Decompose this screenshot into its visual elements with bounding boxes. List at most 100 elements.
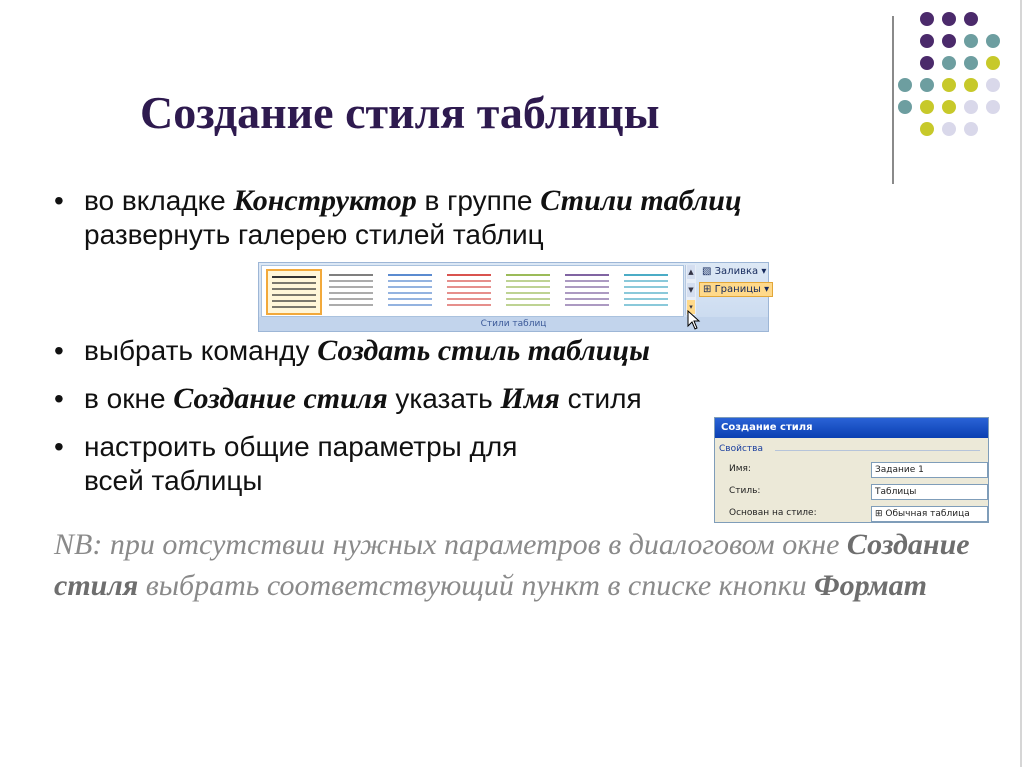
thumbnail-row-line xyxy=(506,298,550,300)
decorative-dot xyxy=(964,34,978,48)
thumbnail-row-line xyxy=(272,288,316,290)
bullet-marker: • xyxy=(54,431,64,462)
create-style-dialog-image: Создание стиля Свойства Имя: Задание 1 С… xyxy=(714,417,989,523)
thumbnail-row-line xyxy=(624,304,668,306)
thumbnail-row-line xyxy=(565,280,609,282)
thumbnail-row-line xyxy=(506,274,550,276)
thumbnail-row-line xyxy=(506,292,550,294)
decorative-dot xyxy=(942,12,956,26)
thumbnail-row-line xyxy=(388,286,432,288)
dialog-title: Создание стиля xyxy=(715,418,988,438)
bullet-emphasis: Стили таблиц xyxy=(540,184,742,217)
table-icon: ⊞ xyxy=(875,509,883,519)
decorative-dot xyxy=(964,12,978,26)
table-style-thumbnail xyxy=(266,269,322,315)
bullet-emphasis: Создание стиля xyxy=(173,382,388,415)
thumbnail-row-line xyxy=(447,292,491,294)
decorative-dot xyxy=(964,122,978,136)
nb-emphasis: Формат xyxy=(814,569,928,602)
thumbnail-row-line xyxy=(447,286,491,288)
bullet-text-part: настроить общие параметры для xyxy=(84,431,518,462)
thumbnail-row-line xyxy=(272,282,316,284)
thumbnail-row-line xyxy=(624,280,668,282)
decorative-dot xyxy=(920,122,934,136)
table-styles-gallery xyxy=(261,265,684,317)
thumbnail-row-line xyxy=(624,286,668,288)
bullet-text-part: всей таблицы xyxy=(84,465,263,496)
decorative-vertical-line xyxy=(892,16,894,184)
bullet-text: выбрать команду Создать стиль таблицы xyxy=(84,334,650,368)
mouse-cursor-icon xyxy=(687,310,701,330)
decorative-dot xyxy=(942,56,956,70)
scroll-up-icon: ▲ xyxy=(687,265,695,279)
bullet-marker: • xyxy=(54,335,64,366)
decorative-dot xyxy=(920,12,934,26)
decorative-dot xyxy=(986,78,1000,92)
thumbnail-row-line xyxy=(506,280,550,282)
thumbnail-row-line xyxy=(565,292,609,294)
thumbnail-row-line xyxy=(388,304,432,306)
decorative-dot xyxy=(942,78,956,92)
bullet-emphasis: Создать стиль таблицы xyxy=(317,334,650,367)
fill-command: ▧ Заливка ▾ xyxy=(702,266,767,277)
bullet-marker: • xyxy=(54,383,64,414)
dialog-group-label: Свойства xyxy=(719,444,763,454)
style-type-field: Таблицы xyxy=(871,484,988,500)
bullet-text-part: развернуть галерею стилей таблиц xyxy=(84,219,544,250)
thumbnail-row-line xyxy=(447,274,491,276)
thumbnail-row-line xyxy=(565,298,609,300)
bullet-text-part: во вкладке xyxy=(84,185,234,216)
fill-label: Заливка xyxy=(714,266,759,277)
decorative-dot xyxy=(986,100,1000,114)
thumbnail-row-line xyxy=(272,294,316,296)
decorative-dot xyxy=(898,100,912,114)
thumbnail-row-line xyxy=(329,292,373,294)
based-on-value: Обычная таблица xyxy=(885,509,970,519)
thumbnail-row-line xyxy=(624,274,668,276)
decorative-dot xyxy=(920,34,934,48)
thumbnail-row-line xyxy=(329,274,373,276)
thumbnail-row-line xyxy=(272,300,316,302)
bullet-marker: • xyxy=(54,185,64,216)
bullet-text-part: указать xyxy=(387,383,501,414)
table-style-thumbnail xyxy=(620,269,672,311)
decorative-dot xyxy=(920,78,934,92)
table-style-thumbnail xyxy=(325,269,377,311)
slide-right-border xyxy=(1020,0,1022,767)
thumbnail-row-line xyxy=(329,298,373,300)
bullet-text: во вкладке Конструктор в группе Стили та… xyxy=(84,184,742,252)
thumbnail-row-line xyxy=(272,306,316,308)
table-styles-ribbon-image: ▲ ▼ ▾ ▧ Заливка ▾ ⊞ Границы ▾ Стили табл… xyxy=(258,262,774,332)
thumbnail-row-line xyxy=(329,286,373,288)
thumbnail-row-line xyxy=(388,292,432,294)
bullet-text: в окне Создание стиля указать Имя стиля xyxy=(84,382,642,416)
thumbnail-row-line xyxy=(506,304,550,306)
slide-title: Создание стиля таблицы xyxy=(140,87,660,138)
decorative-dot xyxy=(942,34,956,48)
borders-icon: ⊞ xyxy=(703,284,712,295)
thumbnail-row-line xyxy=(388,274,432,276)
decorative-dot xyxy=(898,78,912,92)
thumbnail-row-line xyxy=(388,298,432,300)
based-on-label: Основан на стиле: xyxy=(729,508,817,518)
thumbnail-row-line xyxy=(329,280,373,282)
bullet-text-part: в группе xyxy=(416,185,541,216)
nb-text-part: NB: при отсутствии нужных параметров в д… xyxy=(54,528,847,561)
thumbnail-row-line xyxy=(506,286,550,288)
bullet-emphasis: Конструктор xyxy=(233,184,417,217)
thumbnail-row-line xyxy=(447,304,491,306)
thumbnail-row-line xyxy=(447,298,491,300)
thumbnail-row-line xyxy=(565,286,609,288)
thumbnail-row-line xyxy=(565,274,609,276)
decorative-dot xyxy=(964,56,978,70)
decorative-dot xyxy=(920,100,934,114)
gallery-scrollbar: ▲ ▼ ▾ xyxy=(685,265,696,315)
table-style-thumbnail xyxy=(443,269,495,311)
paint-bucket-icon: ▧ xyxy=(702,266,712,277)
based-on-field: ⊞ Обычная таблица xyxy=(871,506,988,522)
thumbnail-row-line xyxy=(565,304,609,306)
table-style-thumbnail xyxy=(502,269,554,311)
name-label: Имя: xyxy=(729,464,751,474)
decorative-dot xyxy=(942,100,956,114)
decorative-dot xyxy=(942,122,956,136)
